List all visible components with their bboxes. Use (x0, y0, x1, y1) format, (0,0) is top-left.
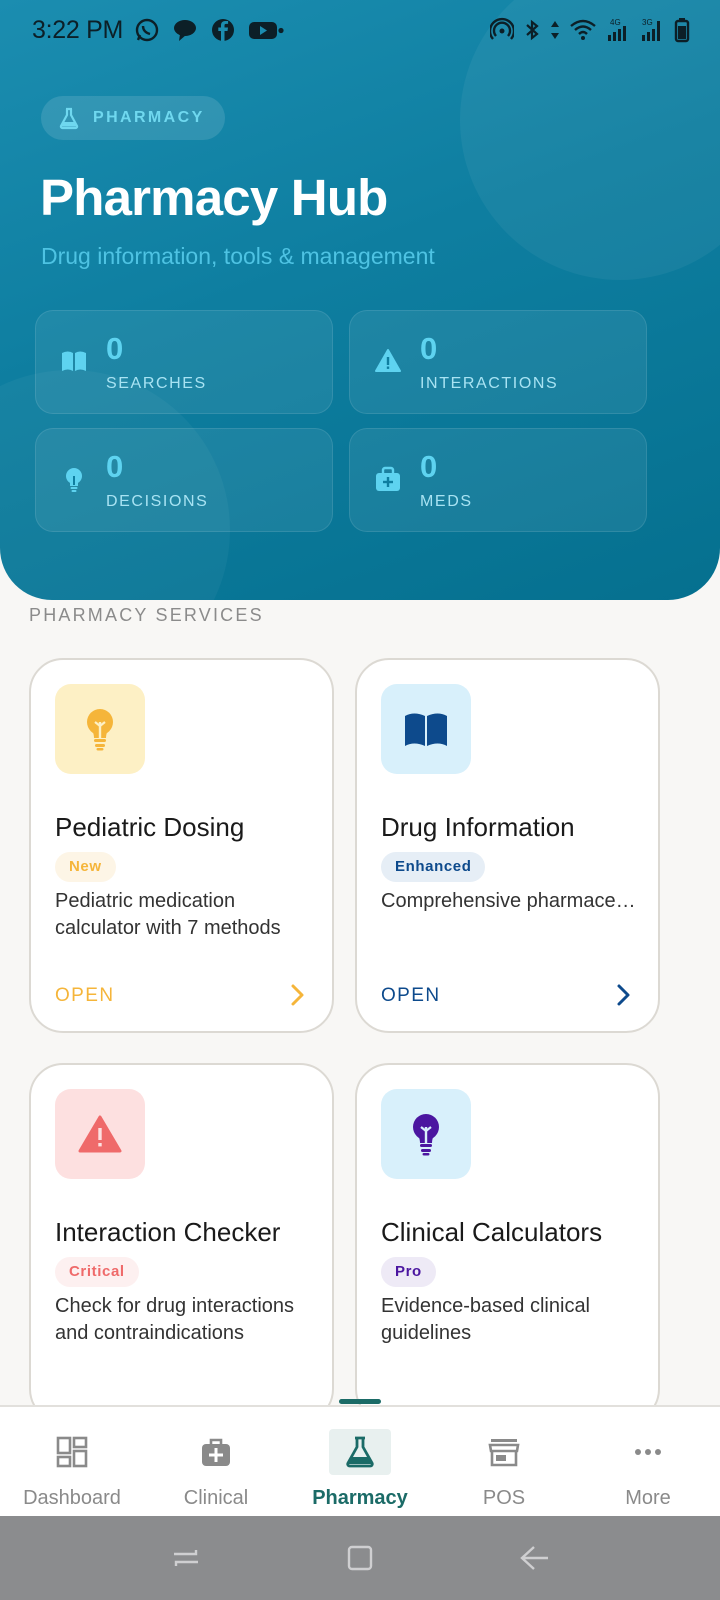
nav-label: POS (482, 1487, 526, 1509)
flask-icon (59, 107, 79, 130)
dashboard-icon (56, 1436, 88, 1468)
warning-icon (375, 349, 401, 372)
stat-card-searches: 0 SEARCHES (35, 310, 333, 414)
card-badge: Critical (55, 1257, 139, 1287)
recent-apps-icon[interactable] (170, 1542, 202, 1574)
battery-icon (674, 18, 690, 43)
service-card-interaction-checker[interactable]: Interaction Checker Critical Check for d… (29, 1063, 334, 1423)
warning-icon (78, 1115, 122, 1153)
stat-card-interactions: 0 INTERACTIONS (349, 310, 647, 414)
home-icon[interactable] (344, 1542, 376, 1574)
nav-item-more[interactable]: More (576, 1407, 720, 1518)
active-tab-indicator (339, 1399, 381, 1404)
card-open-link[interactable]: OPEN (55, 985, 114, 1007)
nav-icon-wrap (185, 1429, 247, 1475)
card-title: Clinical Calculators (381, 1217, 603, 1247)
chat-bubble-icon (174, 20, 196, 41)
bottom-navigation: Dashboard Clinical Pharmacy POS More (0, 1399, 720, 1518)
book-icon (62, 351, 86, 371)
nav-icon-wrap (329, 1429, 391, 1475)
pharmacy-chip: PHARMACY (41, 96, 225, 140)
hotspot-icon (490, 17, 514, 40)
hero-header: 3:22 PM 4G 3G PHARMACY Pharmacy Hub Drug… (0, 0, 720, 600)
youtube-icon (249, 22, 284, 39)
lightbulb-icon (66, 468, 82, 492)
stat-card-decisions: 0 DECISIONS (35, 428, 333, 532)
store-icon (488, 1439, 520, 1467)
system-navigation-bar (0, 1516, 720, 1600)
card-badge: Enhanced (381, 852, 486, 882)
nav-label: Pharmacy (312, 1487, 408, 1509)
wifi-icon (570, 19, 596, 40)
book-icon (405, 713, 447, 746)
card-title: Interaction Checker (55, 1217, 281, 1247)
nav-item-pos[interactable]: POS (432, 1407, 576, 1518)
signal-3g-icon: 3G (642, 18, 660, 41)
nav-label: Clinical (183, 1487, 249, 1509)
card-description-text: Comprehensive pharmaceutical knowledg… (381, 890, 643, 912)
card-description: Comprehensive pharmaceutical knowledg… (381, 888, 643, 915)
chevron-right-icon (617, 984, 630, 1006)
page-subtitle: Drug information, tools & management (41, 243, 435, 269)
card-icon-box (381, 684, 471, 774)
page-title: Pharmacy Hub (40, 169, 388, 226)
svg-text:4G: 4G (610, 18, 621, 27)
stat-card-meds: 0 MEDS (349, 428, 647, 532)
stat-value: 0 (420, 331, 438, 366)
medkit-icon (376, 466, 400, 491)
nav-icon-wrap (473, 1429, 535, 1475)
status-bar: 3:22 PM 4G 3G (0, 0, 720, 62)
card-description: Evidence-based clinical guidelines (381, 1295, 591, 1344)
svg-text:3G: 3G (642, 18, 653, 27)
medical-bag-icon (202, 1438, 230, 1466)
stat-value: 0 (420, 449, 438, 484)
nav-label: More (625, 1487, 671, 1509)
card-icon-box (55, 684, 145, 774)
nav-icon-wrap (617, 1429, 679, 1475)
status-time: 3:22 PM (32, 16, 124, 44)
card-description: Pediatric medication calculator with 7 m… (55, 890, 281, 939)
more-dots-icon (635, 1449, 661, 1455)
bluetooth-icon (526, 19, 539, 41)
nav-item-dashboard[interactable]: Dashboard (0, 1407, 144, 1518)
section-title: PHARMACY SERVICES (29, 605, 264, 625)
nav-label: Dashboard (23, 1487, 121, 1509)
service-card-clinical-calculators[interactable]: Clinical Calculators Pro Evidence-based … (355, 1063, 660, 1423)
chevron-right-icon (291, 984, 304, 1006)
service-card-drug-information[interactable]: Drug Information Enhanced Comprehensive … (355, 658, 660, 1033)
data-arrows-icon (551, 21, 559, 39)
nav-item-clinical[interactable]: Clinical (144, 1407, 288, 1518)
stat-value: 0 (106, 449, 124, 484)
signal-4g-icon: 4G (608, 18, 626, 41)
card-title: Pediatric Dosing (55, 812, 245, 842)
card-description: Check for drug interactions and contrain… (55, 1295, 295, 1344)
service-card-pediatric-dosing[interactable]: Pediatric Dosing New Pediatric medicatio… (29, 658, 334, 1033)
card-icon-box (381, 1089, 471, 1179)
nav-icon-wrap (41, 1429, 103, 1475)
facebook-icon (212, 19, 234, 41)
nav-item-pharmacy[interactable]: Pharmacy (288, 1407, 432, 1518)
stat-label: MEDS (420, 493, 473, 510)
stat-label: INTERACTIONS (420, 375, 559, 392)
stat-label: DECISIONS (106, 493, 209, 510)
chip-label: PHARMACY (93, 109, 205, 126)
card-title: Drug Information (381, 812, 575, 842)
flask-icon (346, 1436, 374, 1468)
card-badge: New (55, 852, 116, 882)
back-icon[interactable] (518, 1542, 550, 1574)
card-badge: Pro (381, 1257, 436, 1287)
whatsapp-icon (135, 18, 159, 42)
card-icon-box (55, 1089, 145, 1179)
lightbulb-icon (87, 709, 113, 751)
stat-label: SEARCHES (106, 375, 207, 392)
stat-value: 0 (106, 331, 124, 366)
lightbulb-icon (413, 1114, 439, 1156)
card-open-link[interactable]: OPEN (381, 985, 440, 1007)
